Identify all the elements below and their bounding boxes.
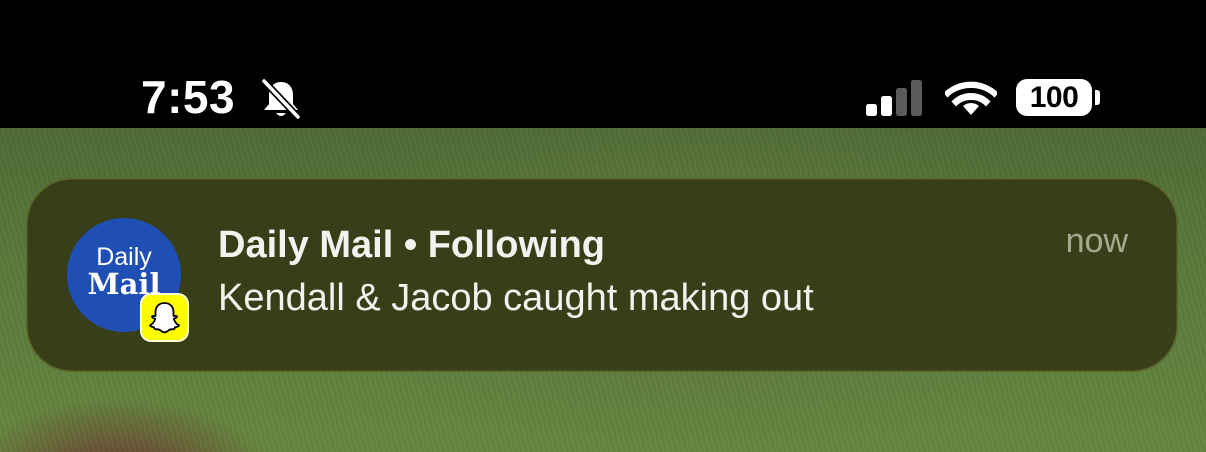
signal-bar-2 [881, 96, 892, 116]
battery-icon: 100 [1016, 79, 1092, 116]
wifi-icon [945, 81, 997, 115]
bell-slash-icon [260, 78, 302, 120]
notification-title: Daily Mail • Following [218, 224, 605, 266]
status-bar: 7:53 100 [0, 0, 1206, 128]
notification-banner[interactable]: Daily Mail Daily Mail • Following Kendal… [26, 178, 1178, 372]
battery-cap [1095, 90, 1100, 105]
signal-bar-1 [866, 104, 877, 116]
notification-message: Kendall & Jacob caught making out [218, 277, 814, 319]
phone-screen: 7:53 100 Daily Mail Daily Mail • Followi… [0, 0, 1206, 452]
snapchat-badge [140, 293, 189, 342]
signal-bar-4 [911, 80, 922, 116]
battery-level: 100 [1029, 81, 1079, 114]
notification-timestamp: now [1065, 222, 1128, 260]
cellular-signal-icon [866, 80, 922, 116]
signal-bar-3 [896, 88, 907, 116]
status-time: 7:53 [141, 71, 236, 123]
snapchat-ghost-icon [149, 302, 180, 334]
